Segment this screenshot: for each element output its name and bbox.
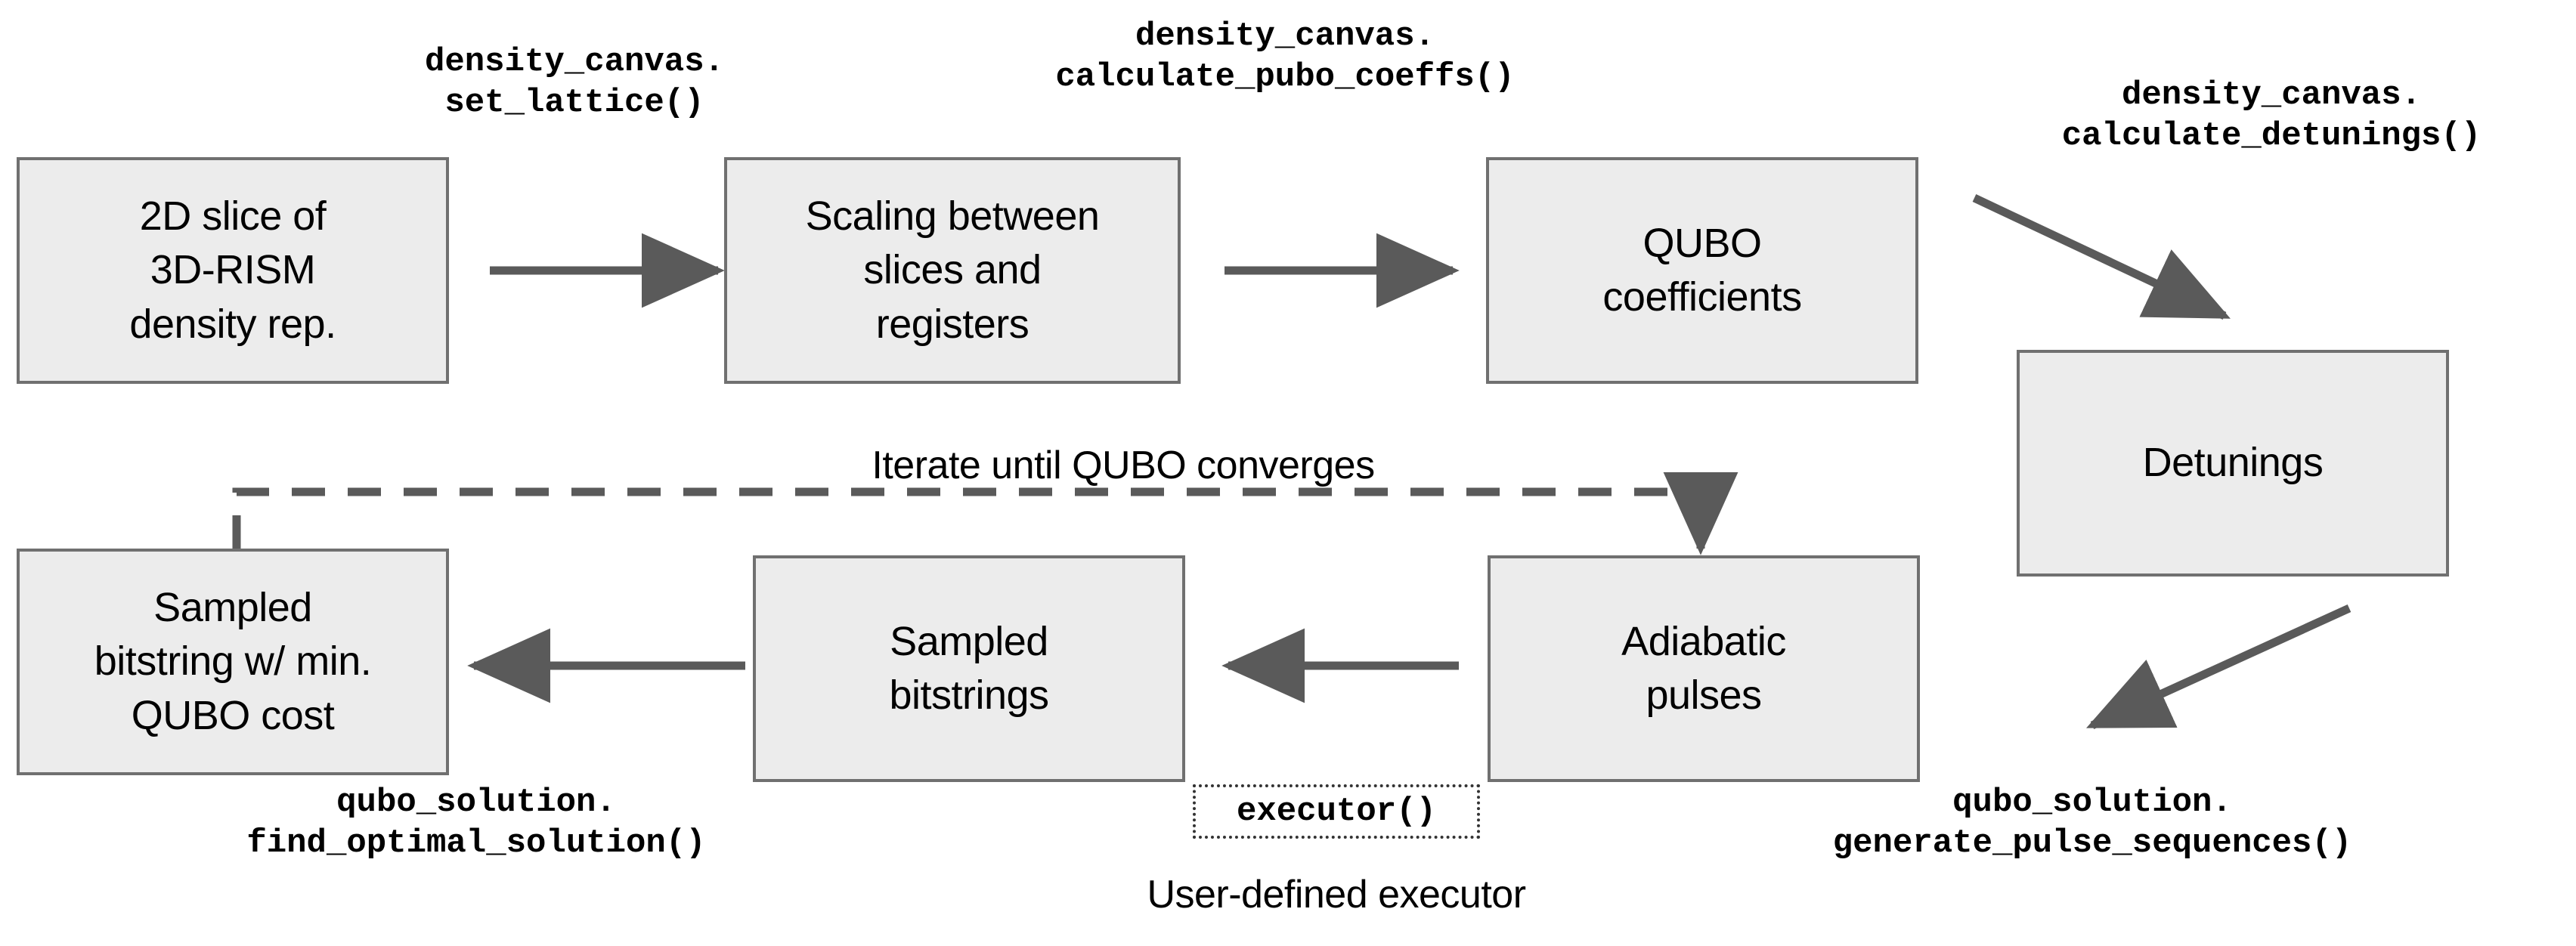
code-label-executor-text: executor() <box>1236 793 1437 830</box>
code-label-executor-box[interactable]: executor() <box>1193 784 1480 839</box>
node-qubo-coefficients-label: QUBO coefficients <box>1602 220 1802 320</box>
node-detunings[interactable]: Detunings <box>2017 350 2449 577</box>
node-2d-slice[interactable]: 2D slice of 3D-RISM density rep. <box>17 157 449 384</box>
node-sampled-bitstrings[interactable]: Sampled bitstrings <box>753 555 1185 782</box>
node-min-qubo-cost-bitstring[interactable]: Sampled bitstring w/ min. QUBO cost <box>17 549 449 775</box>
edge-detunings-to-pulses <box>2085 604 2352 730</box>
edge-feedback-iterate <box>232 471 1738 555</box>
node-scaling[interactable]: Scaling between slices and registers <box>724 157 1181 384</box>
node-scaling-label: Scaling between slices and registers <box>805 193 1100 347</box>
node-qubo-coefficients[interactable]: QUBO coefficients <box>1486 157 1918 384</box>
flowchart-diagram: 2D slice of 3D-RISM density rep. Scaling… <box>0 0 2576 946</box>
annotation-iterate-until-converges: Iterate until QUBO converges <box>872 444 1375 487</box>
node-2d-slice-label: 2D slice of 3D-RISM density rep. <box>129 193 336 347</box>
code-label-calculate-detunings: density_canvas. calculate_detunings() <box>2061 76 2482 155</box>
code-label-calculate-pubo-coeffs: density_canvas. calculate_pubo_coeffs() <box>1055 17 1515 96</box>
code-label-set-lattice: density_canvas. set_lattice() <box>424 43 725 122</box>
annotation-user-defined-executor: User-defined executor <box>1147 873 1526 917</box>
edge-qubo-to-detunings <box>1972 194 2231 320</box>
node-adiabatic-pulses[interactable]: Adiabatic pulses <box>1488 555 1920 782</box>
node-min-qubo-cost-bitstring-label: Sampled bitstring w/ min. QUBO cost <box>94 585 372 738</box>
node-detunings-label: Detunings <box>2142 440 2324 486</box>
code-label-generate-pulse-sequences: qubo_solution. generate_pulse_sequences(… <box>1832 784 2352 862</box>
node-sampled-bitstrings-label: Sampled bitstrings <box>889 618 1049 718</box>
node-adiabatic-pulses-label: Adiabatic pulses <box>1621 618 1786 718</box>
code-label-find-optimal-solution: qubo_solution. find_optimal_solution() <box>246 784 706 862</box>
